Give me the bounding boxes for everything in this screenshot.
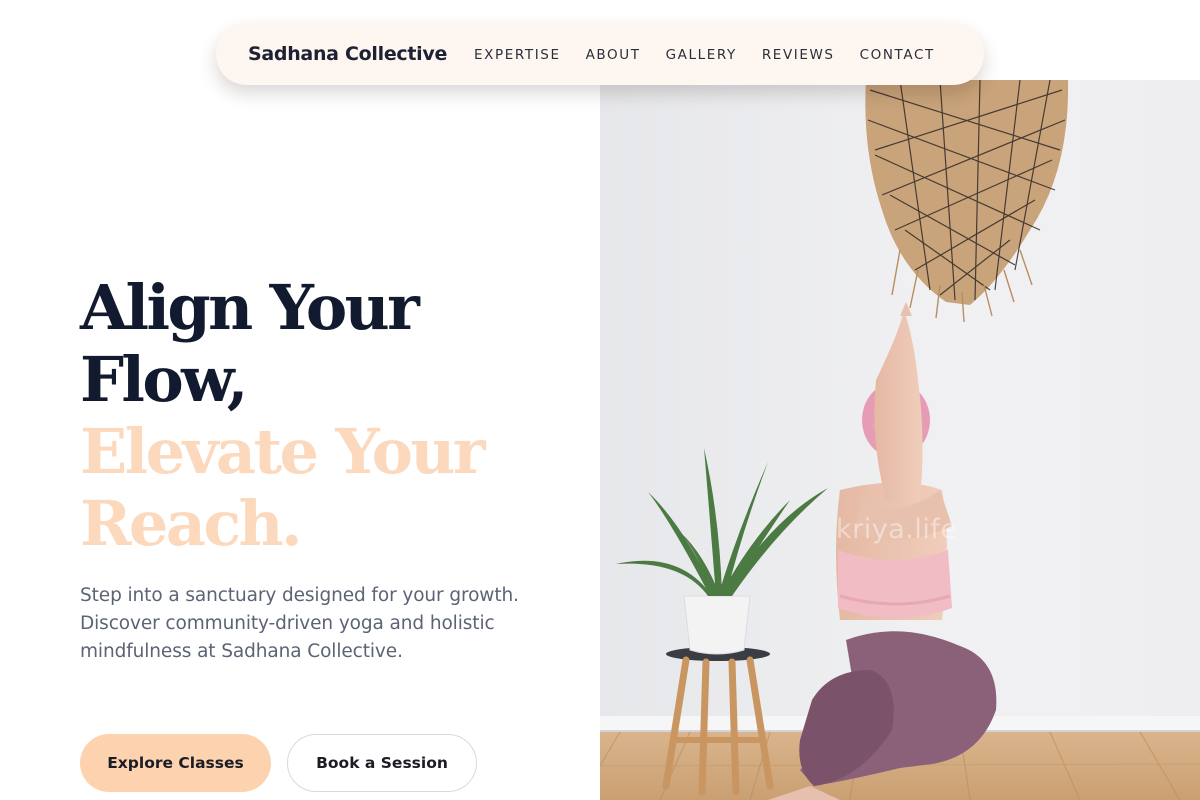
main-navigation: Sadhana Collective EXPERTISE ABOUT GALLE… — [216, 24, 984, 85]
nav-link-reviews[interactable]: REVIEWS — [762, 47, 835, 63]
nav-link-gallery[interactable]: GALLERY — [666, 47, 737, 63]
brand-logo[interactable]: Sadhana Collective — [248, 24, 447, 85]
headline-line-3: Elevate Your — [80, 415, 486, 488]
hero-headline: Align Your Flow, Elevate Your Reach. — [80, 272, 600, 560]
nav-link-expertise[interactable]: EXPERTISE — [474, 47, 561, 63]
nav-link-about[interactable]: ABOUT — [586, 47, 641, 63]
nav-links: EXPERTISE ABOUT GALLERY REVIEWS CONTACT — [474, 24, 935, 85]
headline-line-2: Flow, — [80, 343, 248, 416]
book-session-button[interactable]: Book a Session — [287, 734, 477, 792]
nav-link-contact[interactable]: CONTACT — [860, 47, 935, 63]
headline-line-4: Reach. — [80, 487, 303, 560]
image-watermark: kriya.life — [836, 514, 958, 545]
hero-description: Step into a sanctuary designed for your … — [80, 585, 519, 662]
hero-image: kriya.life — [600, 80, 1200, 800]
explore-classes-button[interactable]: Explore Classes — [80, 734, 271, 792]
headline-line-1: Align Your — [80, 271, 420, 344]
